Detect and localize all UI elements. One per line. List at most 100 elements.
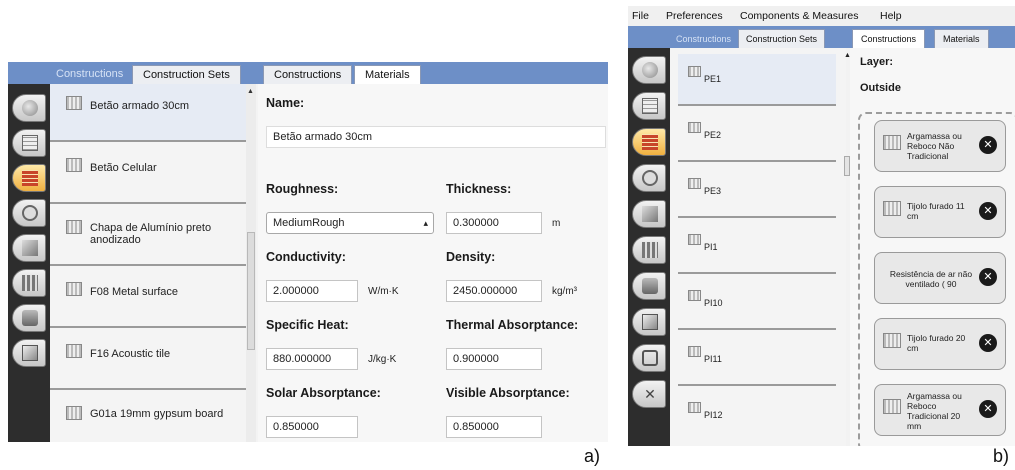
list-item[interactable]: PI10 bbox=[678, 278, 836, 330]
list-item-label: PI1 bbox=[704, 242, 718, 252]
sidebar-spaces-button[interactable] bbox=[632, 308, 666, 336]
scrollbar-thumb[interactable] bbox=[247, 232, 255, 350]
menu-help[interactable]: Help bbox=[880, 10, 902, 22]
layer-card[interactable]: Tijolo furado 11 cm ✕ bbox=[874, 186, 1006, 238]
tab-constructions[interactable]: Constructions bbox=[263, 65, 353, 85]
sidebar-constructions-button[interactable] bbox=[632, 128, 666, 156]
sidebar-location-button[interactable] bbox=[12, 94, 46, 122]
tab-construction-sets[interactable]: Construction Sets bbox=[132, 65, 241, 85]
sidebar-facility-button[interactable] bbox=[12, 304, 46, 332]
layers-drop-zone[interactable]: Argamassa ou Reboco Não Tradicional ✕ Tij… bbox=[858, 112, 1015, 446]
material-icon bbox=[66, 344, 82, 358]
sidebar-constructions-button[interactable] bbox=[12, 164, 46, 192]
visible-absorptance-input[interactable]: 0.850000 bbox=[446, 416, 542, 438]
density-unit: kg/m³ bbox=[552, 286, 577, 297]
layer-card[interactable]: Argamassa ou Reboco Tradicional 20 mm ✕ bbox=[874, 384, 1006, 436]
globe-icon bbox=[642, 62, 658, 78]
name-input[interactable]: Betão armado 30cm bbox=[266, 126, 606, 148]
sidebar-measures-button[interactable]: ✕ bbox=[632, 380, 666, 408]
sidebar-hvac-button[interactable] bbox=[632, 344, 666, 372]
thickness-input[interactable]: 0.300000 bbox=[446, 212, 542, 234]
calendar-icon bbox=[642, 98, 658, 114]
sidebar-space-types-button[interactable] bbox=[12, 234, 46, 262]
menu-file[interactable]: File bbox=[632, 10, 649, 22]
brick-wall-icon bbox=[642, 134, 658, 150]
tab-constructions-vertical[interactable]: Constructions bbox=[676, 30, 731, 49]
solar-absorptance-label: Solar Absorptance: bbox=[266, 386, 381, 400]
layer-label: Layer: bbox=[860, 56, 894, 68]
list-item[interactable]: PE3 bbox=[678, 166, 836, 218]
layer-label: Argamassa ou Reboco Tradicional 20 mm bbox=[907, 391, 962, 431]
layer-card[interactable]: Tijolo furado 20 cm ✕ bbox=[874, 318, 1006, 370]
remove-layer-icon[interactable]: ✕ bbox=[979, 400, 997, 418]
list-item-label: PI11 bbox=[704, 354, 722, 364]
density-input[interactable]: 2450.000000 bbox=[446, 280, 542, 302]
sidebar-geometry-button[interactable] bbox=[12, 269, 46, 297]
menu-preferences[interactable]: Preferences bbox=[666, 10, 723, 22]
list-item[interactable]: Betão Celular bbox=[50, 146, 246, 204]
list-item[interactable]: PI1 bbox=[678, 222, 836, 274]
list-item[interactable]: PE2 bbox=[678, 110, 836, 162]
sidebar-facility-button[interactable] bbox=[632, 272, 666, 300]
menu-bar: File Preferences Components & Measures H… bbox=[628, 6, 1015, 26]
panel-a-window: Constructions Construction Sets Construc… bbox=[8, 62, 608, 442]
list-item[interactable]: Betão armado 30cm bbox=[50, 84, 246, 142]
material-icon bbox=[66, 158, 82, 172]
cube-icon bbox=[642, 206, 658, 222]
list-item-label: Betão armado 30cm bbox=[90, 100, 190, 112]
roughness-select[interactable]: MediumRough ▴ bbox=[266, 212, 434, 234]
list-item[interactable]: PI12 bbox=[678, 390, 836, 442]
layer-label: Resistência de ar não ventilado ( 90 bbox=[889, 269, 973, 289]
sidebar-loads-button[interactable] bbox=[12, 199, 46, 227]
thermal-absorptance-input[interactable]: 0.900000 bbox=[446, 348, 542, 370]
layer-card[interactable]: Argamassa ou Reboco Não Tradicional ✕ bbox=[874, 120, 1006, 172]
list-item[interactable]: Chapa de Alumínio preto anodizado bbox=[50, 208, 246, 266]
material-icon bbox=[66, 96, 82, 110]
material-icon bbox=[66, 406, 82, 420]
thickness-label: Thickness: bbox=[446, 182, 512, 196]
sidebar-loads-button[interactable] bbox=[632, 164, 666, 192]
remove-layer-icon[interactable]: ✕ bbox=[979, 202, 997, 220]
list-item[interactable]: F08 Metal surface bbox=[50, 270, 246, 328]
list-item[interactable]: F16 Acoustic tile bbox=[50, 332, 246, 390]
tab-materials[interactable]: Materials bbox=[354, 65, 421, 86]
layer-card[interactable]: Resistência de ar não ventilado ( 90 ✕ bbox=[874, 252, 1006, 304]
sidebar-geometry-button[interactable] bbox=[632, 236, 666, 264]
list-item[interactable]: PE1 bbox=[678, 54, 836, 106]
brick-wall-icon bbox=[22, 170, 38, 186]
density-label: Density: bbox=[446, 250, 496, 264]
list-scrollbar[interactable]: ▲ bbox=[246, 84, 256, 442]
remove-layer-icon[interactable]: ✕ bbox=[979, 334, 997, 352]
menu-components-measures[interactable]: Components & Measures bbox=[740, 10, 858, 22]
construction-icon bbox=[688, 66, 701, 77]
construction-inspector: Layer: Outside Argamassa ou Reboco Não T… bbox=[850, 48, 1015, 446]
remove-layer-icon[interactable]: ✕ bbox=[979, 268, 997, 286]
sidebar-schedules-button[interactable] bbox=[12, 129, 46, 157]
list-item[interactable]: PI11 bbox=[678, 334, 836, 386]
solar-absorptance-input[interactable]: 0.850000 bbox=[266, 416, 358, 438]
remove-layer-icon[interactable]: ✕ bbox=[979, 136, 997, 154]
tab-constructions[interactable]: Constructions bbox=[852, 29, 926, 50]
figure-caption-b: b) bbox=[993, 446, 1010, 466]
list-item-label: Betão Celular bbox=[90, 162, 157, 174]
sidebar-location-button[interactable] bbox=[632, 56, 666, 84]
conductivity-input[interactable]: 2.000000 bbox=[266, 280, 358, 302]
list-item-label: G01a 19mm gypsum board bbox=[90, 408, 224, 420]
sidebar-schedules-button[interactable] bbox=[632, 92, 666, 120]
scroll-up-icon[interactable]: ▲ bbox=[247, 88, 254, 95]
material-icon bbox=[66, 220, 82, 234]
specific-heat-input[interactable]: 880.000000 bbox=[266, 348, 358, 370]
tab-bar: Constructions Construction Sets Construc… bbox=[628, 26, 1015, 50]
roughness-value: MediumRough bbox=[273, 217, 345, 229]
conductivity-label: Conductivity: bbox=[266, 250, 346, 264]
list-item-label: PE1 bbox=[704, 74, 722, 84]
sidebar-spaces-button[interactable] bbox=[12, 339, 46, 367]
sidebar-space-types-button[interactable] bbox=[632, 200, 666, 228]
tab-bar: Constructions Construction Sets Construc… bbox=[8, 62, 608, 86]
list-item-label: F16 Acoustic tile bbox=[90, 348, 171, 360]
tab-materials[interactable]: Materials bbox=[934, 29, 989, 49]
list-item[interactable]: G01a 19mm gypsum board bbox=[50, 394, 246, 442]
tab-constructions-vertical[interactable]: Constructions bbox=[56, 65, 123, 84]
tab-construction-sets[interactable]: Construction Sets bbox=[738, 29, 826, 49]
vertical-sidebar bbox=[8, 84, 50, 442]
